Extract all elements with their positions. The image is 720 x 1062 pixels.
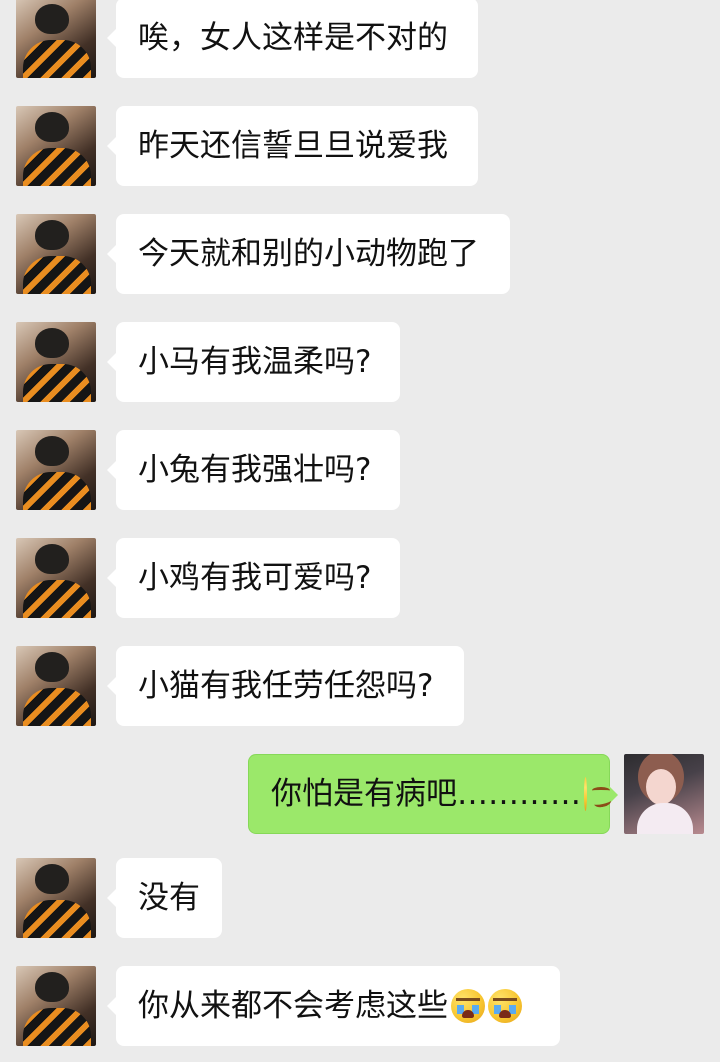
incoming-message-bubble[interactable]: 小猫有我任劳任怨吗?	[107, 646, 464, 726]
message-text: 你怕是有病吧…………	[271, 775, 581, 812]
incoming-message-bubble[interactable]: 小鸡有我可爱吗?	[107, 538, 400, 618]
contact-avatar[interactable]	[16, 214, 96, 294]
message-text: 小马有我温柔吗?	[138, 343, 372, 380]
message-text: 小猫有我任劳任怨吗?	[138, 667, 434, 704]
cry-icon	[451, 989, 485, 1023]
message-text: 昨天还信誓旦旦说爱我	[138, 127, 448, 164]
incoming-message-bubble[interactable]: 小马有我温柔吗?	[107, 322, 400, 402]
message-row: 小兔有我强壮吗?	[0, 430, 720, 526]
message-row: 唉，女人这样是不对的	[0, 0, 720, 94]
contact-avatar[interactable]	[16, 106, 96, 186]
incoming-message-bubble[interactable]: 你从来都不会考虑这些	[107, 966, 560, 1046]
message-row: 昨天还信誓旦旦说爱我	[0, 106, 720, 202]
incoming-message-bubble[interactable]: 昨天还信誓旦旦说爱我	[107, 106, 478, 186]
message-text: 今天就和别的小动物跑了	[138, 235, 479, 272]
incoming-message-bubble[interactable]: 小兔有我强壮吗?	[107, 430, 400, 510]
incoming-message-bubble[interactable]: 唉，女人这样是不对的	[107, 0, 478, 78]
message-text: 小兔有我强壮吗?	[138, 451, 372, 488]
user-avatar[interactable]	[624, 754, 704, 834]
incoming-message-bubble[interactable]: 今天就和别的小动物跑了	[107, 214, 510, 294]
message-text: 你从来都不会考虑这些	[138, 987, 448, 1024]
message-row: 小鸡有我可爱吗?	[0, 538, 720, 634]
smirk-icon	[584, 777, 610, 811]
message-row: 小猫有我任劳任怨吗?	[0, 646, 720, 742]
message-text: 唉，女人这样是不对的	[138, 19, 448, 56]
message-row: 今天就和别的小动物跑了	[0, 214, 720, 310]
contact-avatar[interactable]	[16, 322, 96, 402]
contact-avatar[interactable]	[16, 858, 96, 938]
cry-icon	[488, 989, 522, 1023]
message-row: 你从来都不会考虑这些	[0, 966, 720, 1062]
message-text: 小鸡有我可爱吗?	[138, 559, 372, 596]
contact-avatar[interactable]	[16, 430, 96, 510]
chat-thread: 唉，女人这样是不对的 昨天还信誓旦旦说爱我 今天就和别的小动物跑了 小马有我温柔…	[0, 0, 720, 1046]
incoming-message-bubble[interactable]: 没有	[107, 858, 222, 938]
message-row: 你怕是有病吧…………	[0, 754, 720, 850]
message-row: 没有	[0, 858, 720, 954]
contact-avatar[interactable]	[16, 646, 96, 726]
message-row: 小马有我温柔吗?	[0, 322, 720, 418]
contact-avatar[interactable]	[16, 538, 96, 618]
outgoing-message-bubble[interactable]: 你怕是有病吧…………	[248, 754, 618, 834]
message-text: 没有	[138, 879, 200, 916]
contact-avatar[interactable]	[16, 0, 96, 78]
contact-avatar[interactable]	[16, 966, 96, 1046]
